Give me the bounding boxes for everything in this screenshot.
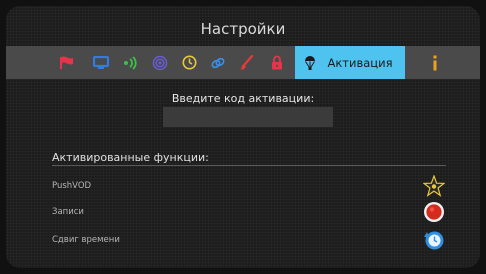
tab-network[interactable] xyxy=(147,46,173,79)
lock-icon xyxy=(272,55,282,70)
tab-sound[interactable] xyxy=(118,46,144,79)
tab-brush[interactable] xyxy=(234,46,260,79)
feature-label: Сдвиг времени xyxy=(52,235,120,245)
record-icon xyxy=(422,200,446,224)
page-title: Настройки xyxy=(200,20,286,38)
screen-icon xyxy=(93,56,109,69)
feature-row-recordings: Записи xyxy=(52,200,446,224)
tab-link[interactable] xyxy=(205,46,231,79)
feature-label: PushVOD xyxy=(52,181,92,191)
activation-code-prompt: Введите код активации: xyxy=(171,92,315,105)
info-icon xyxy=(433,55,437,70)
activated-features-title: Активированные функции: xyxy=(52,151,209,164)
balloon-icon xyxy=(305,55,315,70)
star-icon xyxy=(422,174,446,198)
tab-clock[interactable] xyxy=(176,46,202,79)
settings-screen: Настройки Активация Введите код активаци… xyxy=(6,6,480,268)
network-icon xyxy=(152,55,168,70)
tab-screen[interactable] xyxy=(88,46,114,79)
link-icon xyxy=(211,57,225,68)
feature-row-pushvod: PushVOD xyxy=(52,174,446,198)
feature-label: Записи xyxy=(52,207,84,217)
tab-flag[interactable] xyxy=(54,46,80,79)
sound-icon xyxy=(124,55,137,70)
tab-activation-label: Активация xyxy=(327,55,393,70)
tab-info[interactable] xyxy=(422,46,448,79)
brush-icon xyxy=(240,55,254,70)
feature-row-timeshift: Сдвиг времени xyxy=(52,228,446,252)
activation-code-input[interactable] xyxy=(163,107,333,127)
tab-activation[interactable]: Активация xyxy=(295,46,405,79)
tab-lock[interactable] xyxy=(264,46,290,79)
flag-icon xyxy=(60,56,73,69)
section-divider xyxy=(52,165,446,166)
settings-tab-bar: Активация xyxy=(6,46,480,79)
clock-icon xyxy=(182,55,196,70)
timeshift-icon xyxy=(422,228,446,252)
